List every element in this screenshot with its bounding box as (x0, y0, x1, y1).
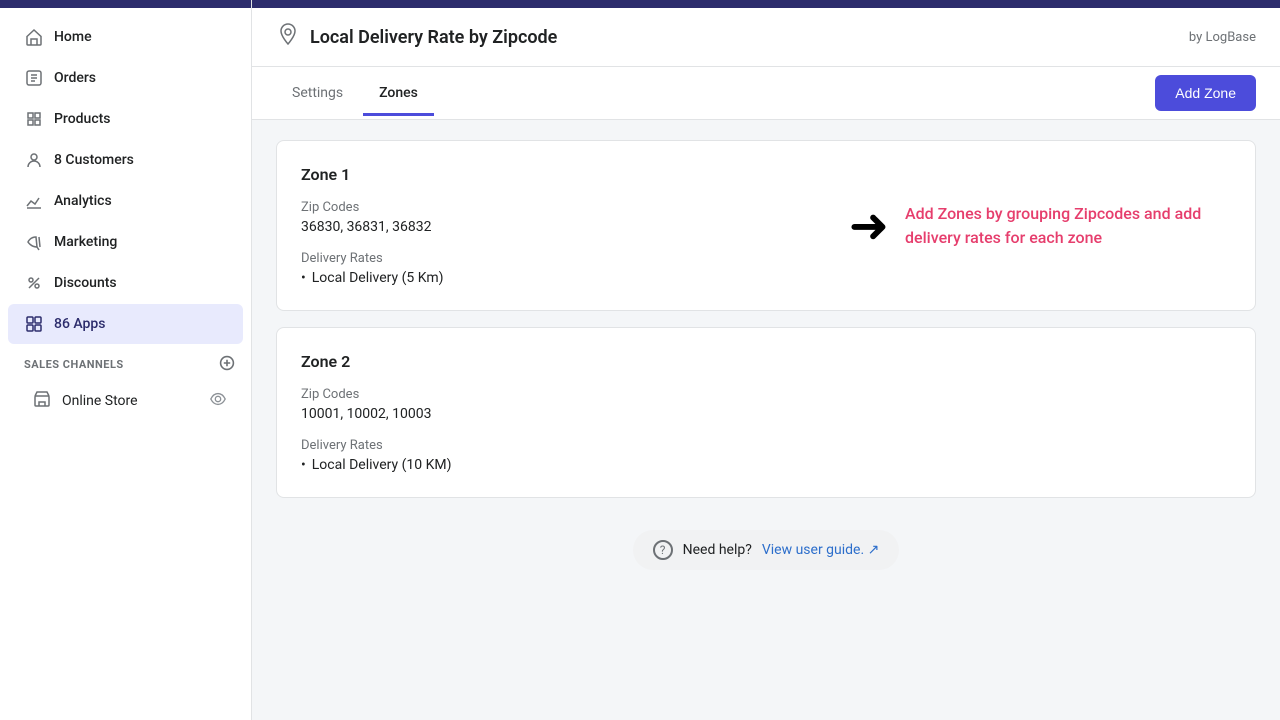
sidebar-item-customers[interactable]: 8 Customers (8, 140, 243, 180)
zone-1-title: Zone 1 (301, 165, 1231, 184)
sidebar-item-home-label: Home (54, 29, 92, 45)
sales-channels-header: SALES CHANNELS (0, 345, 251, 380)
zone-2-title: Zone 2 (301, 352, 1231, 371)
zone-2-rate-1: Local Delivery (10 KM) (301, 457, 1231, 473)
sidebar-item-apps-label: 86 Apps (54, 316, 106, 332)
app-title: Local Delivery Rate by Zipcode (310, 27, 557, 48)
sidebar-item-products-label: Products (54, 111, 111, 127)
sidebar-top-bar (0, 0, 251, 8)
products-icon (24, 109, 44, 129)
sidebar-item-discounts[interactable]: Discounts (8, 263, 243, 303)
online-store-label: Online Store (62, 393, 138, 409)
help-bar: ? Need help? View user guide. ↗ (276, 514, 1256, 586)
sidebar-item-customers-label: 8 Customers (54, 152, 134, 168)
zone-1-card: Zone 1 Zip Codes 36830, 36831, 36832 Del… (276, 140, 1256, 311)
sidebar-item-apps[interactable]: 86 Apps (8, 304, 243, 344)
view-user-guide-link[interactable]: View user guide. ↗ (762, 542, 880, 558)
app-brand: by LogBase (1189, 30, 1256, 45)
annotation-arrow: ➜ (849, 202, 889, 250)
help-text: Need help? (683, 542, 752, 558)
sidebar-item-marketing-label: Marketing (54, 234, 117, 250)
tabs-bar: Settings Zones Add Zone (252, 67, 1280, 120)
sidebar-item-analytics[interactable]: Analytics (8, 181, 243, 221)
apps-icon (24, 314, 44, 334)
sidebar-item-analytics-label: Analytics (54, 193, 112, 209)
annotation-text: Add Zones by grouping Zipcodes and add d… (905, 202, 1225, 250)
zone-1-delivery-rates: Local Delivery (5 Km) (301, 270, 1231, 286)
home-icon (24, 27, 44, 47)
zone-2-zip-label: Zip Codes (301, 387, 1231, 402)
app-location-icon (276, 22, 300, 52)
sidebar-item-online-store[interactable]: Online Store (8, 381, 243, 421)
sidebar: Home Orders Products (0, 0, 252, 720)
orders-icon (24, 68, 44, 88)
add-zone-button[interactable]: Add Zone (1155, 75, 1256, 111)
zone-2-rates-label: Delivery Rates (301, 438, 1231, 453)
zone-2-zip-value: 10001, 10002, 10003 (301, 406, 1231, 422)
customers-icon (24, 150, 44, 170)
main-content: Local Delivery Rate by Zipcode by LogBas… (252, 0, 1280, 720)
eye-icon[interactable] (209, 390, 227, 412)
discounts-icon (24, 273, 44, 293)
marketing-icon (24, 232, 44, 252)
sidebar-item-products[interactable]: Products (8, 99, 243, 139)
zone-2-delivery-rates: Local Delivery (10 KM) (301, 457, 1231, 473)
sidebar-item-orders-label: Orders (54, 70, 96, 86)
sales-channels-label: SALES CHANNELS (24, 358, 124, 371)
sidebar-item-discounts-label: Discounts (54, 275, 117, 291)
zone-2-card: Zone 2 Zip Codes 10001, 10002, 10003 Del… (276, 327, 1256, 498)
help-icon: ? (653, 540, 673, 560)
analytics-icon (24, 191, 44, 211)
app-title-container: Local Delivery Rate by Zipcode (276, 22, 1189, 52)
annotation: ➜ Add Zones by grouping Zipcodes and add… (849, 202, 1225, 250)
tab-zones[interactable]: Zones (363, 71, 434, 116)
help-pill: ? Need help? View user guide. ↗ (633, 530, 900, 570)
zone-1-rate-1: Local Delivery (5 Km) (301, 270, 1231, 286)
sidebar-item-orders[interactable]: Orders (8, 58, 243, 98)
app-header: Local Delivery Rate by Zipcode by LogBas… (252, 8, 1280, 67)
store-icon (32, 389, 52, 413)
sidebar-item-marketing[interactable]: Marketing (8, 222, 243, 262)
add-sales-channel-button[interactable] (219, 355, 235, 374)
tab-settings[interactable]: Settings (276, 71, 359, 116)
top-bar (252, 0, 1280, 8)
zone-1-rates-label: Delivery Rates (301, 251, 1231, 266)
content-area: Zone 1 Zip Codes 36830, 36831, 36832 Del… (252, 120, 1280, 720)
sidebar-navigation: Home Orders Products (0, 8, 251, 720)
sidebar-item-home[interactable]: Home (8, 17, 243, 57)
